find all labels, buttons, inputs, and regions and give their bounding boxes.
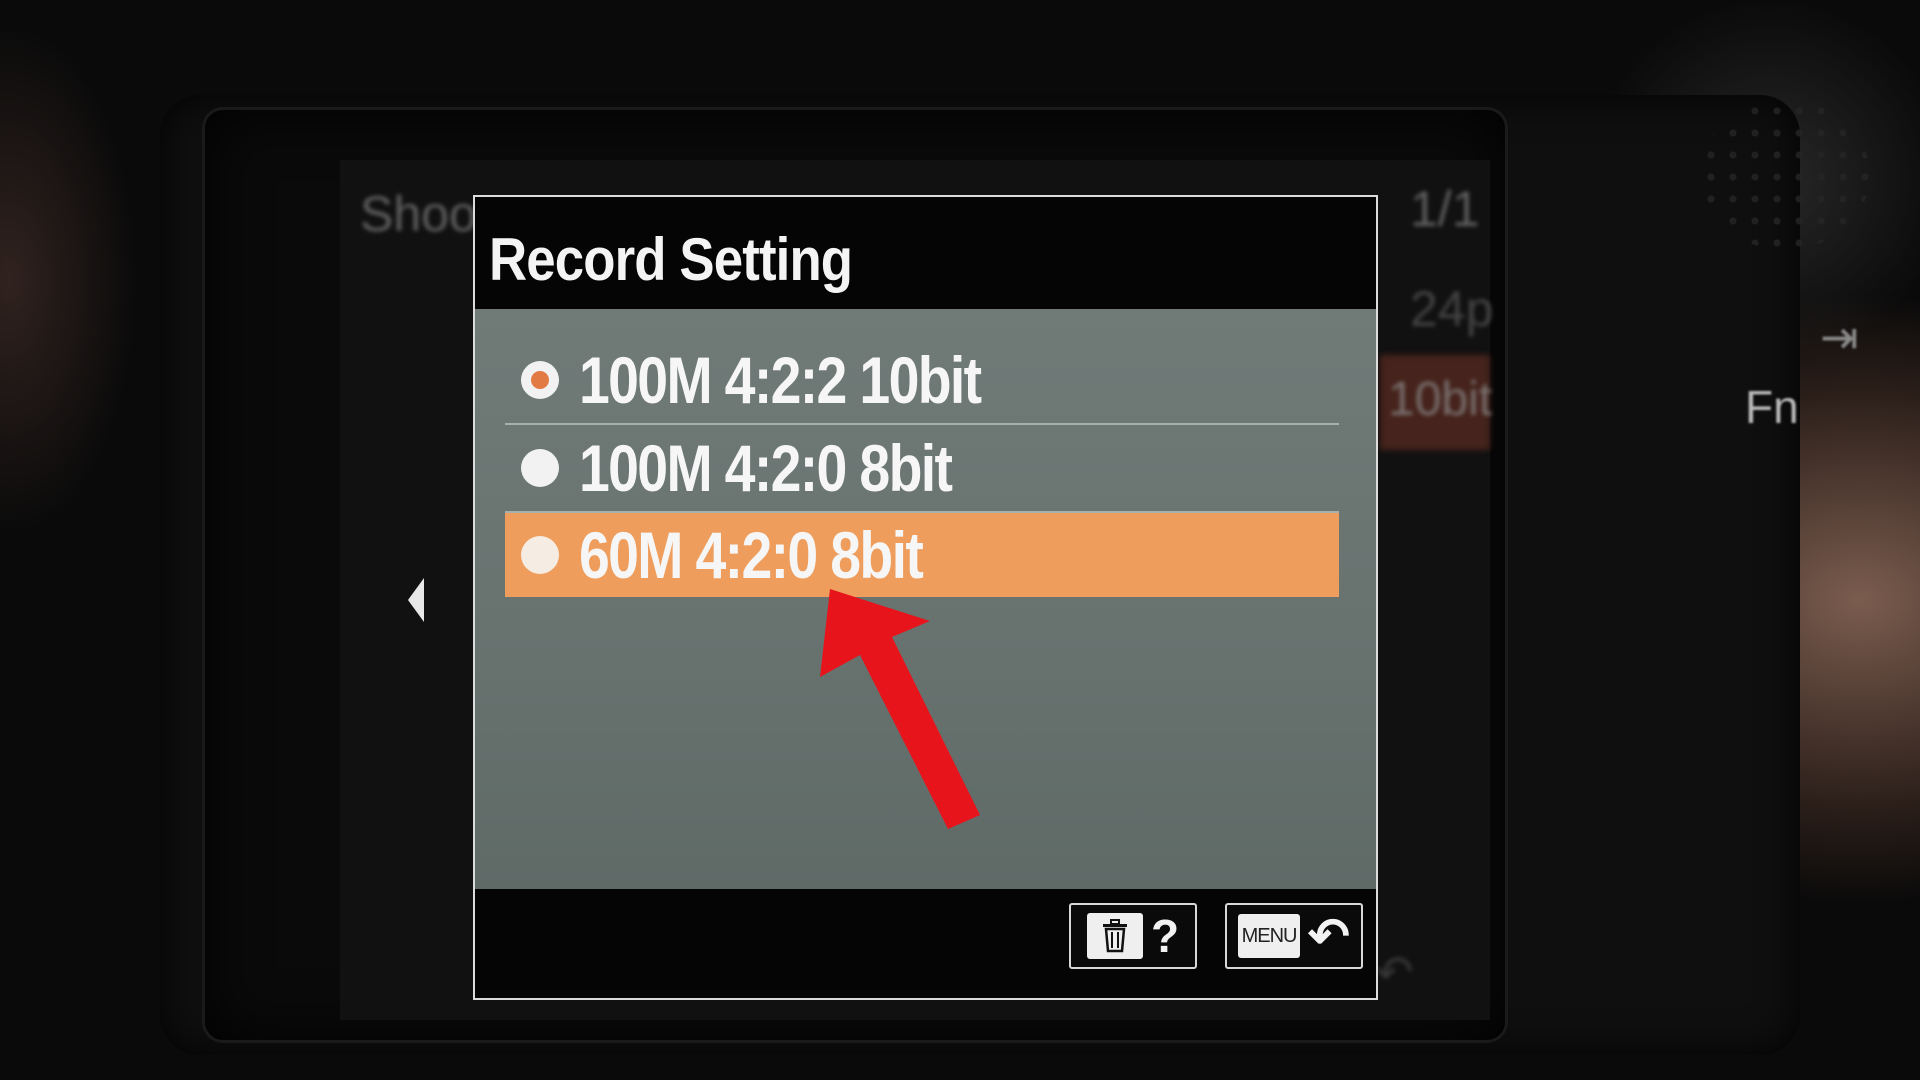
background-record-setting-value: 10bit	[1388, 373, 1493, 426]
exit-icon: ⇥	[1820, 311, 1859, 363]
radio-unchecked-icon	[521, 536, 559, 574]
return-arrow-icon: ↶	[1308, 908, 1350, 964]
dialog-footer: ? MENU ↶	[475, 889, 1376, 998]
left-arrow-icon[interactable]	[408, 578, 424, 622]
menu-label: MENU	[1238, 914, 1301, 958]
background-back-icon: ↶	[1375, 946, 1414, 998]
radio-unchecked-icon	[521, 449, 559, 487]
background-frame-rate-value: 24p	[1410, 281, 1494, 337]
menu-back-button[interactable]: MENU ↶	[1225, 903, 1363, 969]
option-label: 60M 4:2:0 8bit	[579, 518, 924, 592]
background-page-indicator: 1/1	[1410, 181, 1480, 237]
option-100m-422-10bit[interactable]: 100M 4:2:2 10bit	[505, 337, 1339, 425]
dialog-title: Record Setting	[489, 226, 853, 293]
option-100m-420-8bit[interactable]: 100M 4:2:0 8bit	[505, 425, 1339, 513]
radio-checked-icon	[521, 361, 559, 399]
red-pointer-arrow-icon	[820, 589, 980, 829]
trash-icon	[1086, 913, 1143, 959]
delete-help-button[interactable]: ?	[1069, 903, 1197, 969]
speaker-grille	[1700, 100, 1870, 250]
fn-button-label[interactable]: Fn	[1745, 380, 1799, 434]
background-menu-tab-label: Shoot	[360, 186, 491, 242]
option-label: 100M 4:2:2 10bit	[579, 343, 982, 417]
option-label: 100M 4:2:0 8bit	[579, 431, 953, 505]
help-icon: ?	[1150, 910, 1180, 962]
